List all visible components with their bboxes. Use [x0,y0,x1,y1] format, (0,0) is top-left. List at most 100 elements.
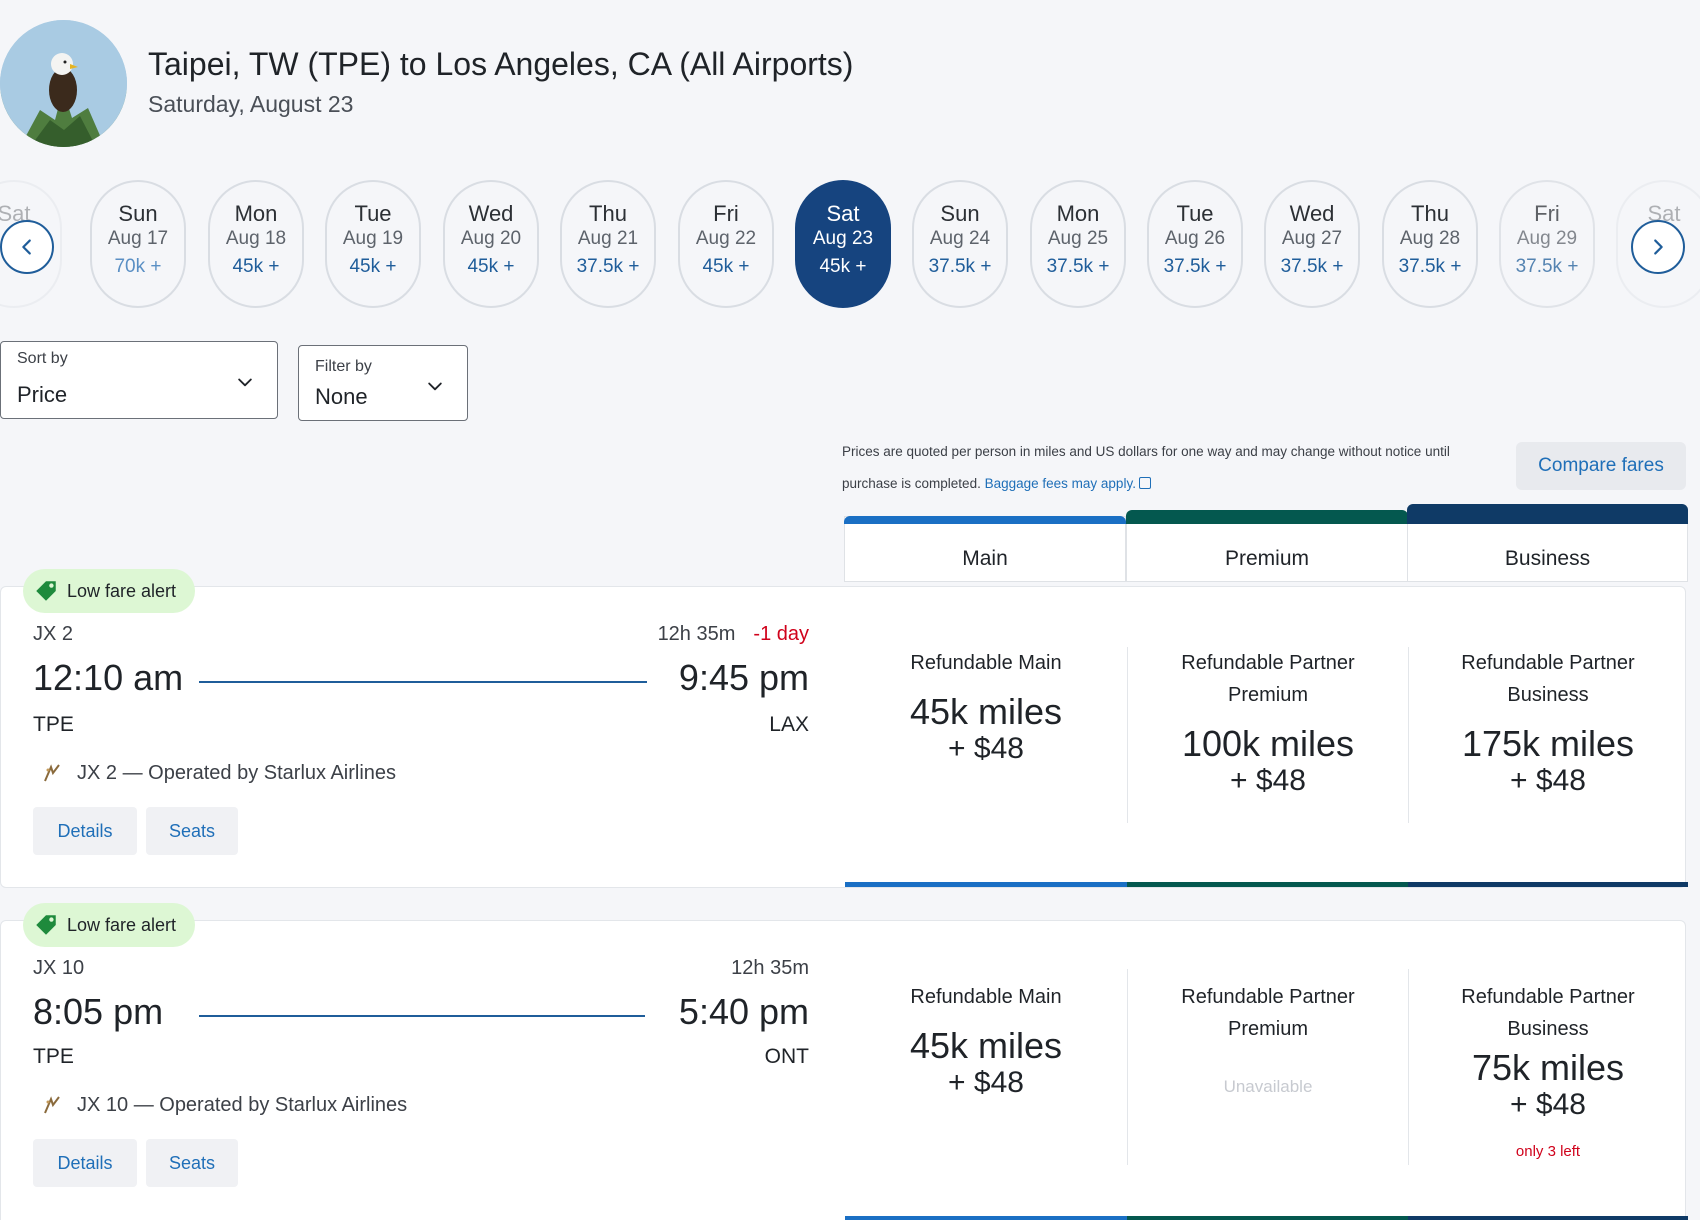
date-pill[interactable]: Wed Aug 27 37.5k + [1264,180,1360,308]
price-tag-icon [36,581,56,601]
date-pill[interactable]: Tue Aug 26 37.5k + [1147,180,1243,308]
fare-business[interactable]: Refundable Partner Business 175k miles +… [1408,587,1688,887]
route-line [199,1015,645,1017]
date-dow: Wed [468,201,514,226]
low-fare-alert-badge: Low fare alert [23,569,195,613]
baggage-fees-link[interactable]: Baggage fees may apply. [985,476,1136,491]
prev-dates-button[interactable] [0,220,54,274]
duration-text: 12h 35m [731,957,809,979]
date-pill[interactable]: Mon Aug 18 45k + [208,180,304,308]
depart-time: 8:05 pm [33,991,164,1032]
arrive-time: 9:45 pm [678,657,809,698]
date-md: Aug 25 [1047,228,1109,249]
fare-main[interactable]: Refundable Main 45k miles + $48 [845,587,1127,887]
eagle-photo-icon [0,20,127,147]
date-md: Aug 19 [342,228,404,249]
cabin-tab-main[interactable]: Main [844,516,1126,582]
fare-premium: Refundable Partner Premium Unavailable [1127,921,1409,1220]
filter-select[interactable]: Filter by None [298,345,468,421]
seats-button[interactable]: Seats [146,1139,238,1187]
origin-airport: TPE [33,713,74,736]
date-dow: Sun [940,201,980,226]
date-price: 45k + [702,256,750,277]
fare-premium[interactable]: Refundable Partner Premium 100k miles + … [1127,587,1409,887]
price-tag-icon [36,915,56,935]
date-pill[interactable]: Sun Aug 17 70k + [90,180,186,308]
date-price: 37.5k + [1163,256,1227,277]
fare-name: Refundable Partner Premium [1181,652,1355,706]
cabin-label: Premium [1224,547,1309,570]
date-pill[interactable]: Sun Aug 24 37.5k + [912,180,1008,308]
fare-miles: 45k miles [909,1025,1063,1066]
date-md: Aug 23 [812,228,874,249]
cabin-tab-business[interactable]: Business [1407,504,1688,582]
sort-value: Price [17,382,68,407]
cabin-color-bar [1407,504,1688,524]
external-link-icon [1138,477,1151,489]
fare-name: Refundable Partner Premium [1181,986,1355,1040]
date-md: Aug 29 [1516,228,1578,249]
date-pill[interactable]: Wed Aug 20 45k + [443,180,539,308]
date-dow: Tue [1176,201,1214,226]
date-pill-selected[interactable]: Sat Aug 23 45k + [795,180,891,308]
starlux-logo-icon [44,764,60,782]
compare-fares-button[interactable]: Compare fares [1516,442,1686,490]
details-button[interactable]: Details [33,1139,137,1187]
cabin-label: Main [962,547,1008,570]
date-md: Aug 22 [695,228,757,249]
seats-button[interactable]: Seats [146,807,238,855]
date-md: Aug 20 [460,228,522,249]
flight-duration: 12h 35m -1 day [658,623,809,646]
date-dow: Fri [1534,201,1560,226]
date-dow: Fri [713,201,739,226]
arrive-time: 5:40 pm [678,991,809,1032]
date-price: 70k + [114,256,162,277]
date-pill[interactable]: Thu Aug 28 37.5k + [1382,180,1478,308]
cabin-color-bar [1126,510,1408,524]
date-dow: Wed [1289,201,1335,226]
date-pill[interactable]: Fri Aug 22 45k + [678,180,774,308]
date-md: Aug 17 [107,228,169,249]
flight-duration: 12h 35m [731,957,809,980]
date-md: Aug 28 [1399,228,1461,249]
route-line [199,681,647,683]
date-pill[interactable]: Mon Aug 25 37.5k + [1030,180,1126,308]
low-fare-alert-badge: Low fare alert [23,903,195,947]
next-dates-button[interactable] [1631,220,1685,274]
profile-avatar[interactable] [0,20,127,147]
date-strip: Sat Sun Aug 17 70k + Mon Aug 18 45k + Tu… [0,180,1700,310]
date-pill[interactable]: Tue Aug 19 45k + [325,180,421,308]
fare-tax: + $48 [1230,764,1306,797]
sort-select[interactable]: Sort by Price [0,341,278,419]
destination-airport: LAX [769,713,809,736]
date-md: Aug 21 [577,228,639,249]
seats-left-note: only 3 left [1515,1143,1581,1160]
date-pill[interactable]: Fri Aug 29 37.5k + [1499,180,1595,308]
operated-by-text: JX 2 — Operated by Starlux Airlines [77,761,397,784]
cabin-bottom-bar [845,1216,1127,1220]
fare-business[interactable]: Refundable Partner Business 75k miles + … [1408,921,1688,1220]
operated-by-text: JX 10 — Operated by Starlux Airlines [77,1093,408,1116]
fare-tax: + $48 [948,732,1024,765]
fare-miles: 75k miles [1471,1047,1625,1088]
date-price: 37.5k + [928,256,992,277]
date-price: 37.5k + [1515,256,1579,277]
badge-label: Low fare alert [67,914,177,935]
date-md: Aug 26 [1164,228,1226,249]
flight-card[interactable]: Low fare alert JX 10 12h 35m 8:05 pm 5:4… [0,903,1688,1220]
date-dow: Thu [589,201,627,226]
date-dow: Mon [1056,201,1100,226]
date-md: Aug 27 [1281,228,1343,249]
page-title: Taipei, TW (TPE) to Los Angeles, CA (All… [148,46,854,82]
fare-tax: + $48 [1510,1088,1586,1121]
date-pill[interactable]: Thu Aug 21 37.5k + [560,180,656,308]
cabin-tab-premium[interactable]: Premium [1126,510,1408,582]
fare-main[interactable]: Refundable Main 45k miles + $48 [845,921,1127,1220]
date-dow: Tue [354,201,392,226]
date-price: 45k + [349,256,397,277]
details-button[interactable]: Details [33,807,137,855]
flight-card[interactable]: Low fare alert JX 2 12h 35m -1 day 12:10 … [0,569,1688,888]
date-md: Aug 18 [225,228,287,249]
sort-label: Sort by [17,350,68,367]
fare-miles: 45k miles [909,691,1063,732]
